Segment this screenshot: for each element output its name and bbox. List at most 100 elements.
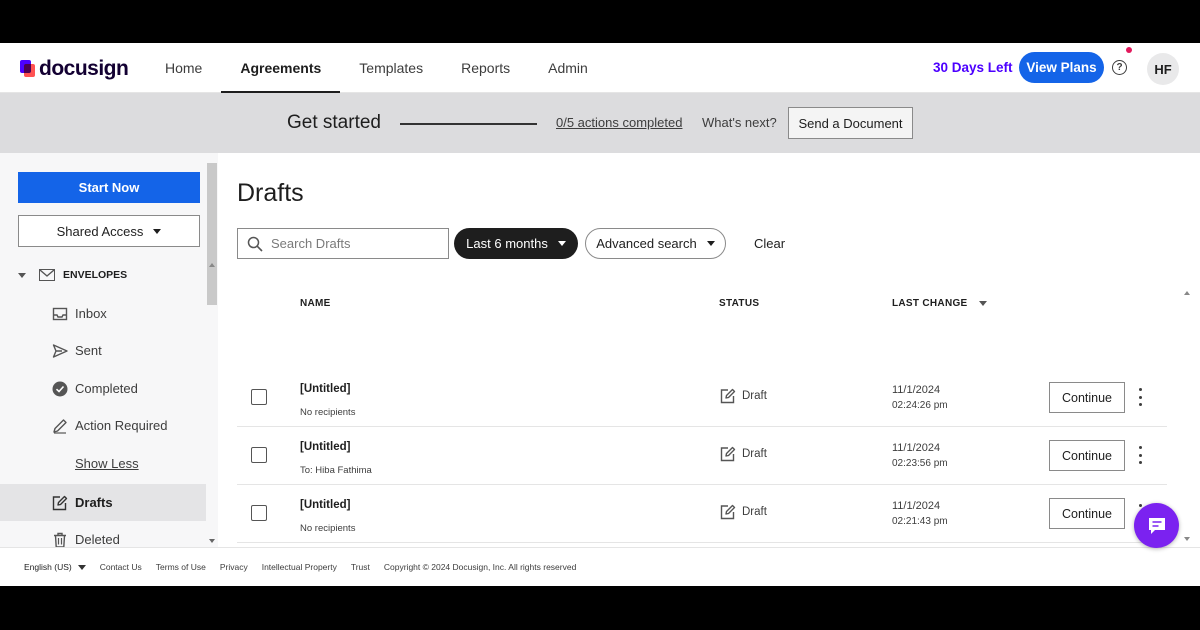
date-filter-label: Last 6 months bbox=[466, 236, 548, 251]
sidebar-item-label: Sent bbox=[75, 343, 102, 358]
start-now-button[interactable]: Start Now bbox=[18, 172, 200, 203]
nav-templates[interactable]: Templates bbox=[340, 43, 442, 93]
draft-icon bbox=[720, 504, 736, 520]
send-document-button[interactable]: Send a Document bbox=[788, 107, 913, 139]
top-header: docusign Home Agreements Templates Repor… bbox=[0, 43, 1200, 94]
date-filter-dropdown[interactable]: Last 6 months bbox=[454, 228, 578, 259]
continue-button[interactable]: Continue bbox=[1049, 498, 1125, 529]
footer-link-contact[interactable]: Contact Us bbox=[100, 562, 142, 572]
nav-admin[interactable]: Admin bbox=[529, 43, 607, 93]
sidebar-item-action-required[interactable]: Action Required bbox=[0, 407, 206, 444]
envelope-status: Draft bbox=[720, 446, 767, 462]
envelope-recipients: No recipients bbox=[300, 407, 356, 418]
last-change-date: 11/1/2024 bbox=[892, 500, 941, 512]
footer-link-ip[interactable]: Intellectual Property bbox=[262, 562, 337, 572]
footer-link-privacy[interactable]: Privacy bbox=[220, 562, 248, 572]
footer-link-terms[interactable]: Terms of Use bbox=[156, 562, 206, 572]
clear-filters-link[interactable]: Clear bbox=[754, 236, 785, 251]
advanced-search-label: Advanced search bbox=[596, 236, 697, 251]
logo-text: docusign bbox=[39, 57, 129, 80]
send-icon bbox=[52, 343, 68, 359]
copyright-text: Copyright © 2024 Docusign, Inc. All righ… bbox=[383, 562, 577, 572]
main-nav: Home Agreements Templates Reports Admin bbox=[146, 43, 607, 94]
continue-button[interactable]: Continue bbox=[1049, 440, 1125, 471]
view-plans-button[interactable]: View Plans bbox=[1019, 52, 1104, 83]
trash-icon bbox=[52, 532, 68, 548]
last-change-date: 11/1/2024 bbox=[892, 442, 941, 454]
last-change-time: 02:24:26 pm bbox=[892, 400, 948, 411]
chevron-down-icon bbox=[153, 228, 162, 234]
table-row: [Untitled] No recipients Draft 11/1/2024… bbox=[237, 485, 1167, 543]
search-input[interactable] bbox=[271, 236, 441, 251]
sidebar-scrollbar[interactable] bbox=[207, 163, 217, 305]
search-box[interactable] bbox=[237, 228, 449, 259]
page-title: Drafts bbox=[237, 179, 304, 207]
envelopes-section-toggle[interactable]: ENVELOPES bbox=[18, 268, 127, 281]
column-header-label: LAST CHANGE bbox=[892, 298, 968, 309]
row-checkbox[interactable] bbox=[251, 505, 267, 521]
column-header-status[interactable]: STATUS bbox=[719, 298, 759, 309]
status-text: Draft bbox=[742, 448, 767, 460]
sidebar-scroll-down-icon[interactable] bbox=[209, 539, 215, 543]
get-started-title: Get started bbox=[287, 112, 381, 133]
shared-access-dropdown[interactable]: Shared Access bbox=[18, 215, 200, 247]
nav-agreements[interactable]: Agreements bbox=[221, 43, 341, 94]
sidebar-item-label: Inbox bbox=[75, 306, 107, 321]
row-checkbox[interactable] bbox=[251, 447, 267, 463]
chevron-down-icon bbox=[77, 564, 86, 570]
chat-bubble-icon bbox=[1148, 517, 1165, 534]
table-row: [Untitled] To: Hiba Fathima Draft 11/1/2… bbox=[237, 427, 1167, 485]
language-selector[interactable]: English (US) bbox=[24, 562, 86, 572]
envelope-icon bbox=[39, 268, 55, 281]
chat-assistant-button[interactable] bbox=[1134, 503, 1179, 548]
envelope-status: Draft bbox=[720, 504, 767, 520]
more-options-icon[interactable] bbox=[1134, 446, 1146, 464]
sidebar-item-completed[interactable]: Completed bbox=[0, 370, 206, 407]
row-checkbox[interactable] bbox=[251, 389, 267, 405]
envelope-name[interactable]: [Untitled] bbox=[300, 499, 350, 511]
envelope-status: Draft bbox=[720, 388, 767, 404]
docusign-app: docusign Home Agreements Templates Repor… bbox=[0, 43, 1200, 586]
sidebar-scroll-up-icon[interactable] bbox=[209, 263, 215, 267]
envelope-recipients: To: Hiba Fathima bbox=[300, 465, 372, 476]
column-header-last-change[interactable]: LAST CHANGE bbox=[892, 298, 987, 309]
main-scroll-down-icon[interactable] bbox=[1184, 537, 1190, 541]
sidebar-item-label: Drafts bbox=[75, 495, 113, 510]
draft-icon bbox=[720, 388, 736, 404]
help-icon[interactable]: ? bbox=[1112, 60, 1127, 75]
nav-home[interactable]: Home bbox=[146, 43, 221, 93]
more-options-icon[interactable] bbox=[1134, 388, 1146, 406]
sidebar-item-label: Action Required bbox=[75, 418, 168, 433]
nav-reports[interactable]: Reports bbox=[442, 43, 529, 93]
drafts-panel: Drafts Last 6 months Advanced search Cle… bbox=[218, 153, 1200, 547]
envelope-name[interactable]: [Untitled] bbox=[300, 441, 350, 453]
column-header-name[interactable]: NAME bbox=[300, 298, 331, 309]
chevron-down-icon bbox=[557, 241, 566, 246]
user-avatar[interactable]: HF bbox=[1147, 53, 1179, 85]
main-scroll-up-icon[interactable] bbox=[1184, 291, 1190, 295]
trial-days-left[interactable]: 30 Days Left bbox=[933, 60, 1013, 75]
sidebar-show-less-link[interactable]: Show Less bbox=[0, 445, 206, 482]
continue-button[interactable]: Continue bbox=[1049, 382, 1125, 413]
actions-completed-link[interactable]: 0/5 actions completed bbox=[556, 115, 682, 130]
envelope-recipients: No recipients bbox=[300, 523, 356, 534]
advanced-search-dropdown[interactable]: Advanced search bbox=[585, 228, 726, 259]
search-icon bbox=[247, 236, 263, 252]
footer-link-trust[interactable]: Trust bbox=[351, 562, 370, 572]
sidebar-item-label: Deleted bbox=[75, 532, 120, 547]
draft-icon bbox=[720, 446, 736, 462]
envelope-name[interactable]: [Untitled] bbox=[300, 383, 350, 395]
sidebar-item-inbox[interactable]: Inbox bbox=[0, 295, 206, 332]
letterbox-top bbox=[0, 0, 1200, 43]
collapse-triangle-icon bbox=[18, 272, 26, 278]
sidebar-item-label: Completed bbox=[75, 381, 138, 396]
chevron-down-icon bbox=[706, 241, 715, 246]
language-label: English (US) bbox=[24, 562, 72, 572]
last-change-date: 11/1/2024 bbox=[892, 384, 941, 396]
inbox-icon bbox=[52, 306, 68, 322]
docusign-logo[interactable]: docusign bbox=[20, 57, 129, 81]
sidebar-item-drafts[interactable]: Drafts bbox=[0, 484, 206, 521]
footer: English (US) Contact Us Terms of Use Pri… bbox=[0, 547, 1200, 586]
whats-next-label: What's next? bbox=[702, 115, 777, 130]
sidebar-item-sent[interactable]: Sent bbox=[0, 332, 206, 369]
